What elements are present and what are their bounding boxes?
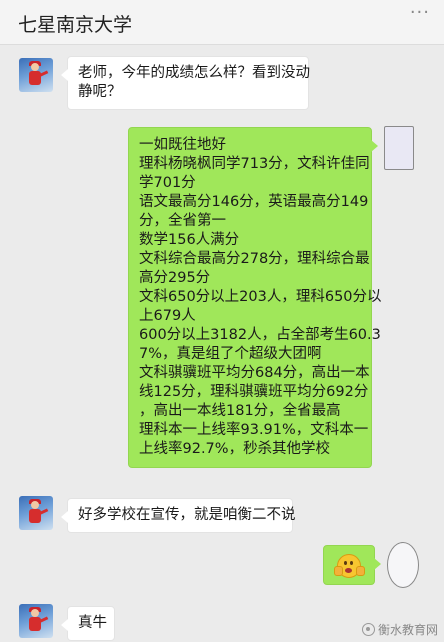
message-line: 语文最高分146分，英语最高分149 — [139, 194, 369, 210]
message-line: 上679人 — [139, 308, 196, 324]
message-line: 学701分 — [139, 175, 196, 191]
message-line: 一如既往地好 — [139, 137, 226, 153]
watermark: 衡水教育网 — [361, 621, 438, 638]
message-line: 分，全省第一 — [139, 213, 226, 229]
message-line: 7%，真是组了个超级大团啊 — [139, 346, 322, 362]
message-line: 数学156人满分 — [139, 232, 240, 248]
watermark-logo-icon — [361, 623, 375, 636]
message-bubble-3[interactable]: 好多学校在宣传，就是咱衡二不说 — [61, 498, 296, 533]
chat-title: 七星南京大学 — [18, 14, 133, 36]
message-line: 高分295分 — [139, 270, 211, 286]
message-line: 理科杨晓枫同学713分，文科许佳同 — [139, 156, 370, 172]
message-line: 文科骐骥班平均分684分，高出一本 — [139, 365, 370, 381]
message-line: 上线率92.7%，秒杀其他学校 — [139, 441, 331, 457]
message-bubble-5[interactable]: 真牛 — [61, 606, 115, 641]
message-line: 文科综合最高分278分，理科综合最 — [139, 251, 370, 267]
teacher-avatar[interactable] — [19, 58, 53, 92]
message-bubble-4[interactable] — [323, 545, 381, 585]
message-line: 老师，今年的成绩怎么样？看到没动 — [78, 65, 310, 81]
message-line: ，高出一本线181分，全省最高 — [139, 403, 341, 419]
message-line: 真牛 — [78, 615, 107, 631]
teacher-avatar[interactable] — [19, 496, 53, 530]
message-line: 文科650分以上203人，理科650分以 — [139, 289, 382, 305]
message-line: 好多学校在宣传，就是咱衡二不说 — [78, 507, 296, 523]
self-avatar[interactable] — [384, 126, 414, 170]
chat-header: 七星南京大学 ··· — [0, 0, 444, 45]
self-avatar[interactable] — [387, 542, 419, 588]
watermark-text: 衡水教育网 — [377, 623, 438, 637]
more-dots-icon[interactable]: ··· — [410, 2, 430, 23]
message-line: 线125分，理科骐骥班平均分692分 — [139, 384, 369, 400]
message-bubble-2[interactable]: 一如既往地好 理科杨晓枫同学713分，文科许佳同 学701分 语文最高分146分… — [128, 127, 382, 468]
message-line: 静呢？ — [78, 84, 122, 100]
teacher-avatar[interactable] — [19, 604, 53, 638]
message-bubble-1[interactable]: 老师，今年的成绩怎么样？看到没动 静呢？ — [61, 56, 310, 110]
surprised-face-emoji — [334, 554, 365, 578]
message-line: 600分以上3182人，占全部考生60.3 — [139, 327, 381, 343]
message-line: 理科本一上线率93.91%，文科本一 — [139, 422, 369, 438]
